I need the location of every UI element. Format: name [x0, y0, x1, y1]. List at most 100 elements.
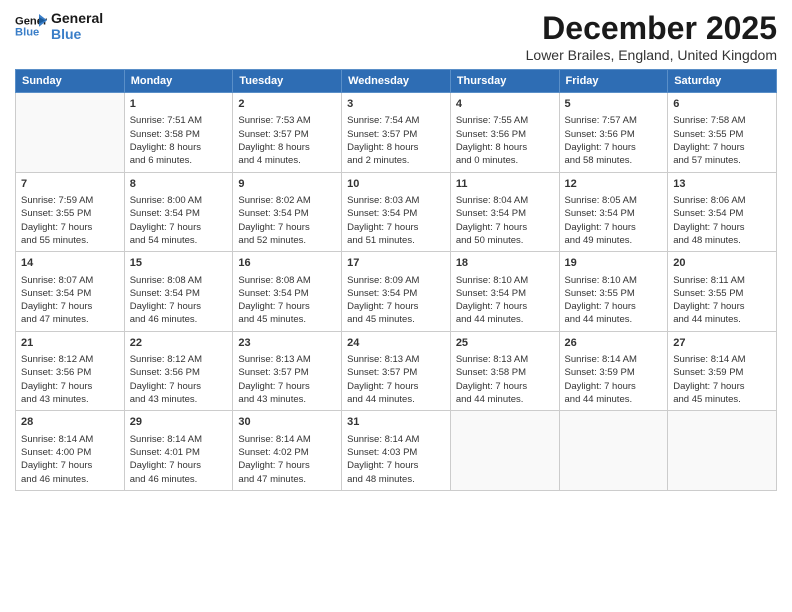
cell-text: Sunrise: 8:08 AM	[130, 274, 228, 287]
cell-text: Sunset: 3:54 PM	[456, 207, 554, 220]
calendar-cell: 20Sunrise: 8:11 AMSunset: 3:55 PMDayligh…	[668, 252, 777, 332]
day-number: 25	[456, 336, 554, 351]
cell-text: and 46 minutes.	[130, 313, 228, 326]
calendar-cell	[450, 411, 559, 491]
page-container: General Blue General Blue December 2025 …	[0, 0, 792, 612]
cell-text: Daylight: 7 hours	[456, 380, 554, 393]
calendar-cell: 29Sunrise: 8:14 AMSunset: 4:01 PMDayligh…	[124, 411, 233, 491]
svg-text:Blue: Blue	[15, 27, 39, 39]
day-number: 15	[130, 256, 228, 271]
calendar-cell: 23Sunrise: 8:13 AMSunset: 3:57 PMDayligh…	[233, 331, 342, 411]
cell-text: Daylight: 8 hours	[347, 141, 445, 154]
cell-text: and 45 minutes.	[673, 393, 771, 406]
day-number: 3	[347, 97, 445, 112]
day-number: 22	[130, 336, 228, 351]
cell-text: Sunrise: 8:13 AM	[347, 353, 445, 366]
weekday-thursday: Thursday	[450, 70, 559, 93]
cell-text: and 43 minutes.	[130, 393, 228, 406]
location-title: Lower Brailes, England, United Kingdom	[526, 47, 777, 63]
week-row-3: 21Sunrise: 8:12 AMSunset: 3:56 PMDayligh…	[16, 331, 777, 411]
cell-text: Sunset: 3:54 PM	[673, 207, 771, 220]
cell-text: Daylight: 7 hours	[673, 300, 771, 313]
calendar-cell: 21Sunrise: 8:12 AMSunset: 3:56 PMDayligh…	[16, 331, 125, 411]
cell-text: Sunset: 3:54 PM	[238, 287, 336, 300]
cell-text: and 44 minutes.	[456, 313, 554, 326]
calendar-cell: 24Sunrise: 8:13 AMSunset: 3:57 PMDayligh…	[342, 331, 451, 411]
cell-text: Sunrise: 8:14 AM	[21, 433, 119, 446]
cell-text: and 45 minutes.	[347, 313, 445, 326]
day-number: 12	[565, 177, 663, 192]
cell-text: Sunset: 3:54 PM	[21, 287, 119, 300]
cell-text: Sunset: 3:54 PM	[565, 207, 663, 220]
day-number: 1	[130, 97, 228, 112]
weekday-tuesday: Tuesday	[233, 70, 342, 93]
cell-text: Sunset: 3:55 PM	[673, 287, 771, 300]
calendar-cell: 27Sunrise: 8:14 AMSunset: 3:59 PMDayligh…	[668, 331, 777, 411]
calendar-cell: 14Sunrise: 8:07 AMSunset: 3:54 PMDayligh…	[16, 252, 125, 332]
cell-text: and 48 minutes.	[347, 473, 445, 486]
calendar-cell: 30Sunrise: 8:14 AMSunset: 4:02 PMDayligh…	[233, 411, 342, 491]
day-number: 14	[21, 256, 119, 271]
weekday-sunday: Sunday	[16, 70, 125, 93]
cell-text: Daylight: 7 hours	[21, 459, 119, 472]
logo-blue: Blue	[51, 26, 103, 42]
calendar-cell: 11Sunrise: 8:04 AMSunset: 3:54 PMDayligh…	[450, 172, 559, 252]
cell-text: Sunrise: 7:51 AM	[130, 114, 228, 127]
cell-text: Sunrise: 8:14 AM	[238, 433, 336, 446]
day-number: 27	[673, 336, 771, 351]
calendar-cell: 28Sunrise: 8:14 AMSunset: 4:00 PMDayligh…	[16, 411, 125, 491]
weekday-wednesday: Wednesday	[342, 70, 451, 93]
cell-text: and 43 minutes.	[21, 393, 119, 406]
week-row-0: 1Sunrise: 7:51 AMSunset: 3:58 PMDaylight…	[16, 93, 777, 173]
calendar-cell: 1Sunrise: 7:51 AMSunset: 3:58 PMDaylight…	[124, 93, 233, 173]
cell-text: Daylight: 7 hours	[21, 380, 119, 393]
cell-text: Sunset: 3:57 PM	[347, 128, 445, 141]
cell-text: Sunset: 3:56 PM	[130, 366, 228, 379]
cell-text: Sunset: 3:56 PM	[21, 366, 119, 379]
calendar-cell: 6Sunrise: 7:58 AMSunset: 3:55 PMDaylight…	[668, 93, 777, 173]
weekday-saturday: Saturday	[668, 70, 777, 93]
weekday-monday: Monday	[124, 70, 233, 93]
cell-text: Sunset: 4:02 PM	[238, 446, 336, 459]
cell-text: Sunset: 4:01 PM	[130, 446, 228, 459]
cell-text: and 46 minutes.	[21, 473, 119, 486]
cell-text: Sunrise: 8:14 AM	[130, 433, 228, 446]
cell-text: Sunrise: 8:14 AM	[565, 353, 663, 366]
calendar-cell: 17Sunrise: 8:09 AMSunset: 3:54 PMDayligh…	[342, 252, 451, 332]
cell-text: and 58 minutes.	[565, 154, 663, 167]
cell-text: Daylight: 7 hours	[565, 141, 663, 154]
cell-text: and 44 minutes.	[347, 393, 445, 406]
calendar-cell: 5Sunrise: 7:57 AMSunset: 3:56 PMDaylight…	[559, 93, 668, 173]
cell-text: Daylight: 7 hours	[130, 221, 228, 234]
day-number: 4	[456, 97, 554, 112]
cell-text: Sunset: 3:54 PM	[347, 287, 445, 300]
title-block: December 2025 Lower Brailes, England, Un…	[526, 10, 777, 63]
day-number: 2	[238, 97, 336, 112]
cell-text: and 55 minutes.	[21, 234, 119, 247]
cell-text: Sunrise: 8:02 AM	[238, 194, 336, 207]
cell-text: and 49 minutes.	[565, 234, 663, 247]
cell-text: Sunset: 3:56 PM	[456, 128, 554, 141]
cell-text: Sunrise: 8:13 AM	[238, 353, 336, 366]
calendar-table: SundayMondayTuesdayWednesdayThursdayFrid…	[15, 69, 777, 491]
weekday-header-row: SundayMondayTuesdayWednesdayThursdayFrid…	[16, 70, 777, 93]
calendar-cell: 15Sunrise: 8:08 AMSunset: 3:54 PMDayligh…	[124, 252, 233, 332]
logo-icon: General Blue	[15, 12, 47, 40]
day-number: 17	[347, 256, 445, 271]
day-number: 23	[238, 336, 336, 351]
day-number: 10	[347, 177, 445, 192]
cell-text: Daylight: 7 hours	[238, 380, 336, 393]
calendar-cell: 9Sunrise: 8:02 AMSunset: 3:54 PMDaylight…	[233, 172, 342, 252]
calendar-cell: 13Sunrise: 8:06 AMSunset: 3:54 PMDayligh…	[668, 172, 777, 252]
cell-text: Daylight: 7 hours	[21, 300, 119, 313]
cell-text: Daylight: 7 hours	[347, 300, 445, 313]
day-number: 18	[456, 256, 554, 271]
calendar-cell	[668, 411, 777, 491]
day-number: 26	[565, 336, 663, 351]
day-number: 20	[673, 256, 771, 271]
cell-text: Sunrise: 8:03 AM	[347, 194, 445, 207]
calendar-cell: 19Sunrise: 8:10 AMSunset: 3:55 PMDayligh…	[559, 252, 668, 332]
calendar-cell	[559, 411, 668, 491]
month-title: December 2025	[526, 10, 777, 47]
cell-text: and 6 minutes.	[130, 154, 228, 167]
